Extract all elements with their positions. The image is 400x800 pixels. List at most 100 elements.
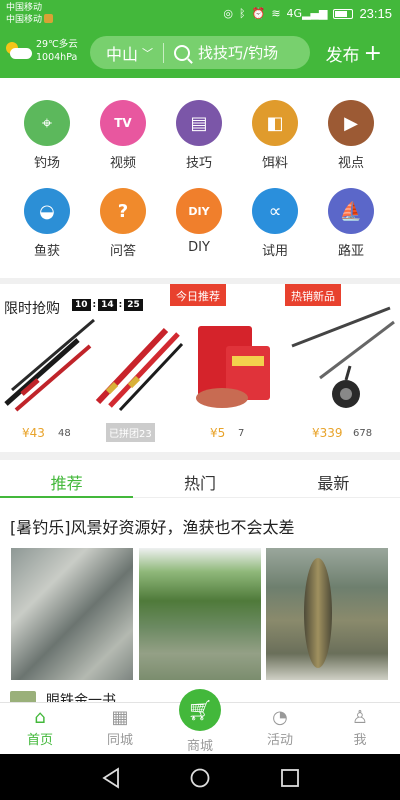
activity-icon: ◔ [272, 706, 288, 728]
post-image[interactable] [266, 548, 388, 680]
avatar [10, 691, 36, 702]
partly-cloudy-icon [6, 42, 32, 60]
product-card[interactable] [188, 306, 284, 446]
status-icons: ◎ ᛒ ⏰ ≋ 4G▂▄▆ 23:15 [223, 6, 392, 21]
category-diy[interactable]: DIY DIY [164, 188, 234, 255]
post-title: [暑钓乐]风景好资源好，渔获也不会太差 [10, 518, 295, 537]
city-selector[interactable]: 中山 ﹀ [90, 41, 153, 65]
book-icon: ▤ [176, 100, 222, 146]
bait-icon: ◧ [252, 100, 298, 146]
product-price: ¥339 [312, 426, 343, 440]
tab-hot[interactable]: 热门 [133, 460, 266, 497]
category-label: 钓场 [33, 156, 60, 171]
product-original-price: 7 [238, 428, 245, 439]
category-lure[interactable]: ⛵ 路亚 [316, 188, 386, 259]
product-original-price: 48 [58, 428, 71, 439]
flash-sale-section: 限时抢购 10 : 14 : 25 今日推荐 热销新品 ¥43 48 已拼团23 [0, 284, 400, 452]
category-label: 视频 [109, 156, 136, 171]
category-tips[interactable]: ▤ 技巧 [164, 100, 234, 171]
tv-icon: TV [100, 100, 146, 146]
product-image [291, 306, 395, 408]
nav-local[interactable]: ▦ 同城 [85, 705, 155, 749]
product-price: ¥43 [22, 426, 45, 440]
clock: 23:15 [359, 6, 392, 21]
feed-post[interactable]: [暑钓乐]风景好资源好，渔获也不会太差 眼铁金一书 [0, 498, 400, 702]
nav-label: 活动 [266, 733, 293, 748]
category-viewpoint[interactable]: ▶ 视点 [316, 100, 386, 171]
nav-mall-label[interactable]: 商城 [170, 735, 230, 754]
category-catch[interactable]: ◒ 鱼获 [12, 188, 82, 259]
status-bar: 中国移动 中国移动 ◎ ᛒ ⏰ ≋ 4G▂▄▆ 23:15 [0, 0, 400, 28]
battery-icon [333, 8, 354, 19]
location-icon: ◎ [223, 7, 233, 20]
nav-me[interactable]: ♙ 我 [325, 705, 395, 749]
search-bar[interactable]: 中山 ﹀ 找技巧/钓场 [90, 36, 310, 69]
category-label: 鱼获 [33, 244, 60, 259]
fish-hook-icon: ∝ [252, 188, 298, 234]
category-label: 饵料 [261, 156, 288, 171]
cart-icon[interactable]: 🛒︎ [179, 689, 221, 731]
post-image[interactable] [139, 548, 261, 680]
product-price: ¥5 [210, 426, 226, 440]
nav-label: 同城 [106, 733, 133, 748]
product-image [95, 327, 184, 412]
category-qa[interactable]: ? 问答 [88, 188, 158, 259]
next-post-preview[interactable]: 眼铁金一书 [10, 690, 116, 702]
publish-button[interactable]: 发布 + [326, 41, 382, 66]
category-label: 视点 [337, 156, 364, 171]
next-post-title: 眼铁金一书 [46, 693, 116, 702]
catch-icon: ◒ [24, 188, 70, 234]
product-card[interactable] [2, 306, 98, 446]
weather-widget[interactable]: 29℃多云 1004hPa [6, 38, 78, 64]
bottom-navigation: ⌂ 首页 ▦ 同城 🛒︎ 商城 ◔ 活动 ♙ 我 [0, 689, 400, 754]
category-label: 问答 [109, 244, 136, 259]
question-icon: ? [100, 188, 146, 234]
notification-icon [44, 14, 54, 23]
category-label: DIY [188, 240, 210, 255]
search-input[interactable]: 找技巧/钓场 [198, 42, 278, 63]
hot-new-tag: 热销新品 [285, 284, 341, 306]
app-header: 29℃多云 1004hPa 中山 ﹀ 找技巧/钓场 发布 + [0, 28, 400, 78]
post-image[interactable] [11, 548, 133, 680]
category-label: 技巧 [185, 156, 212, 171]
group-buy-tag: 已拼团23 [106, 423, 155, 442]
home-icon: ⌂ [34, 706, 46, 728]
recent-apps-icon[interactable] [279, 767, 301, 789]
boat-icon: ⛵ [328, 188, 374, 234]
home-button-icon[interactable] [189, 767, 211, 789]
network-type: 4G [286, 7, 303, 20]
search-icon [174, 44, 191, 61]
publish-label: 发布 [325, 46, 360, 66]
bluetooth-icon: ᛒ [239, 7, 246, 20]
building-icon: ▦ [111, 706, 129, 728]
category-label: 路亚 [337, 244, 364, 259]
product-image [196, 326, 270, 408]
divider [163, 42, 165, 63]
category-fishing-spot[interactable]: ⌖ 钓场 [12, 100, 82, 171]
category-bait[interactable]: ◧ 饵料 [240, 100, 310, 171]
nav-activity[interactable]: ◔ 活动 [245, 705, 315, 749]
signal-icon: 4G▂▄▆ [286, 7, 328, 20]
system-navigation-bar [0, 754, 400, 800]
nav-home[interactable]: ⌂ 首页 [5, 705, 75, 749]
category-grid: ⌖ 钓场 TV 视频 ▤ 技巧 ◧ 饵料 ▶ 视点 ◒ 鱼获 ? 问答 DIY … [0, 78, 400, 278]
tab-recommend[interactable]: 推荐 [0, 460, 134, 498]
carrier-line-1: 中国移动 [6, 3, 43, 13]
weather-pressure: 1004hPa [36, 52, 78, 63]
tab-latest[interactable]: 最新 [267, 460, 400, 497]
alarm-icon: ⏰ [251, 7, 266, 20]
category-trial[interactable]: ∝ 试用 [240, 188, 310, 259]
product-card[interactable] [290, 306, 395, 446]
chevron-down-icon: ﹀ [142, 46, 154, 60]
feed-tabs: 推荐 热门 最新 [0, 460, 400, 498]
category-video[interactable]: TV 视频 [88, 100, 158, 171]
carrier-line-2: 中国移动 [6, 15, 43, 25]
back-icon[interactable] [100, 767, 122, 789]
today-recommend-tag: 今日推荐 [170, 284, 226, 306]
user-icon: ♙ [351, 706, 369, 728]
plus-icon: + [363, 40, 382, 66]
nav-label: 我 [353, 733, 367, 748]
nav-label: 首页 [26, 733, 53, 748]
weather-temp: 29℃多云 [36, 39, 78, 50]
location-pin-icon: ⌖ [24, 100, 70, 146]
